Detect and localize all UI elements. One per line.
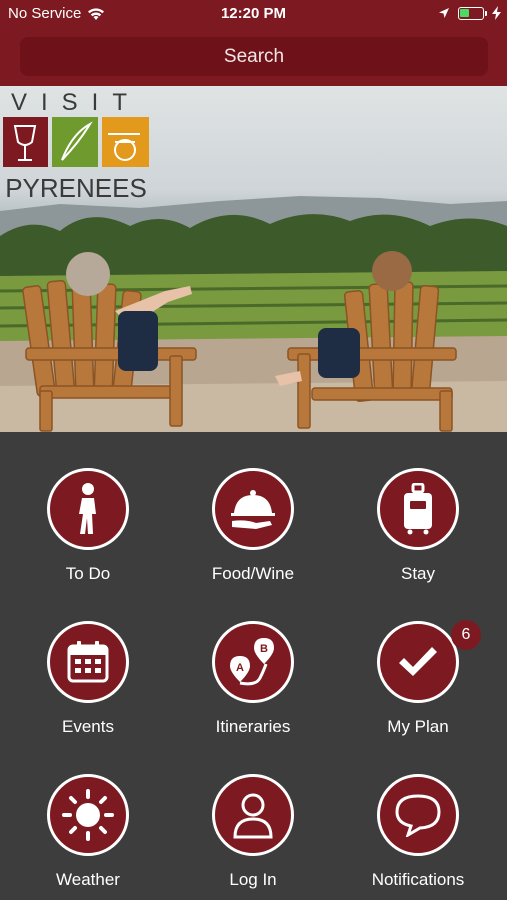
menu-label-notifications: Notifications (371, 870, 465, 889)
menu-label-food-wine: Food/Wine (211, 564, 295, 583)
status-right (438, 6, 501, 20)
charging-bolt-icon (492, 6, 501, 20)
menu-item-weather[interactable]: Weather (18, 738, 158, 889)
battery-icon (458, 6, 487, 20)
top-bar: No Service 12:20 PM Search (0, 0, 507, 86)
luggage-icon (377, 468, 459, 550)
search-bar[interactable]: Search (20, 37, 488, 76)
menu-item-notifications[interactable]: Notifications (348, 738, 488, 889)
menu-item-events[interactable]: Events (18, 585, 158, 736)
hero-image: VISIT PYRENEES (0, 86, 507, 432)
menu-label-my-plan: My Plan (387, 717, 449, 736)
person-icon (212, 774, 294, 856)
menu-item-itineraries[interactable]: A B Itineraries (183, 585, 323, 736)
location-arrow-icon (439, 8, 449, 18)
serving-cloche-icon (212, 468, 294, 550)
menu-item-log-in[interactable]: Log In (183, 738, 323, 889)
menu-item-to-do[interactable]: To Do (18, 432, 158, 583)
walking-person-icon (47, 468, 129, 550)
battery-level (460, 8, 469, 17)
sun-icon (47, 774, 129, 856)
menu-label-events: Events (62, 717, 114, 736)
chat-bubble-icon (377, 774, 459, 856)
menu-label-weather: Weather (56, 870, 120, 889)
svg-text:B: B (260, 643, 268, 655)
menu-grid: To Do Food/Wine Stay Events A B Itinerar… (0, 432, 507, 900)
checkmark-icon (377, 621, 459, 703)
menu-item-food-wine[interactable]: Food/Wine (183, 432, 323, 583)
menu-item-stay[interactable]: Stay (348, 432, 488, 583)
logo-word-bottom: PYRENEES (5, 173, 147, 201)
calendar-icon (47, 621, 129, 703)
clock: 12:20 PM (220, 5, 287, 22)
menu-label-itineraries: Itineraries (215, 717, 291, 736)
menu-label-log-in: Log In (229, 870, 277, 889)
route-pins-icon: A B (212, 621, 294, 703)
menu-label-to-do: To Do (65, 564, 111, 583)
svg-text:A: A (236, 662, 244, 674)
status-bar: No Service 12:20 PM (0, 0, 507, 28)
my-plan-badge: 6 (451, 620, 481, 650)
menu-item-my-plan[interactable]: My Plan (348, 585, 488, 736)
menu-label-stay: Stay (400, 564, 436, 583)
logo-word-top: VISIT (11, 89, 141, 116)
visit-pyrenees-logo: VISIT PYRENEES (3, 89, 149, 201)
